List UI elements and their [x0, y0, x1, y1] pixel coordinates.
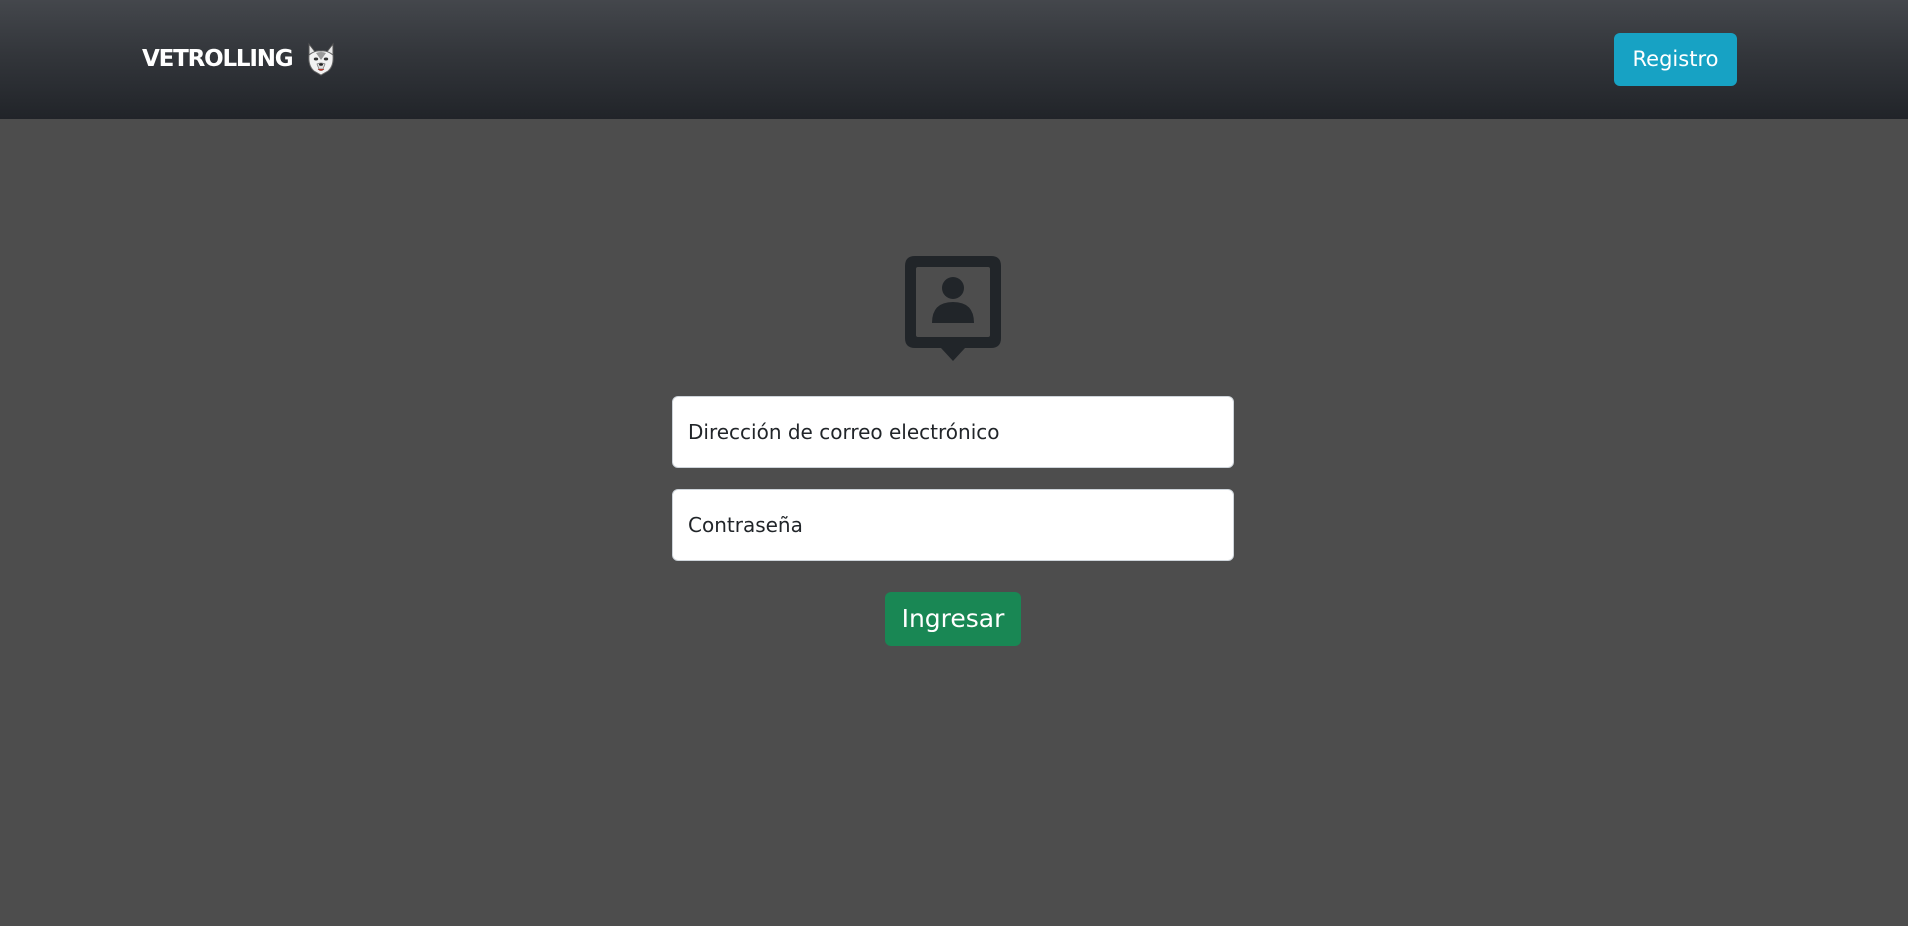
brand-link[interactable]: VETROLLING: [142, 40, 338, 78]
email-field[interactable]: [672, 396, 1234, 468]
password-field[interactable]: [672, 489, 1234, 561]
login-submit-button[interactable]: Ingresar: [885, 592, 1021, 646]
brand-name: VETROLLING: [142, 46, 294, 72]
wolf-logo-icon: [304, 42, 338, 76]
top-navbar: VETROLLING Registro: [0, 0, 1908, 119]
user-login-icon: [905, 256, 1001, 361]
register-button[interactable]: Registro: [1614, 33, 1737, 86]
